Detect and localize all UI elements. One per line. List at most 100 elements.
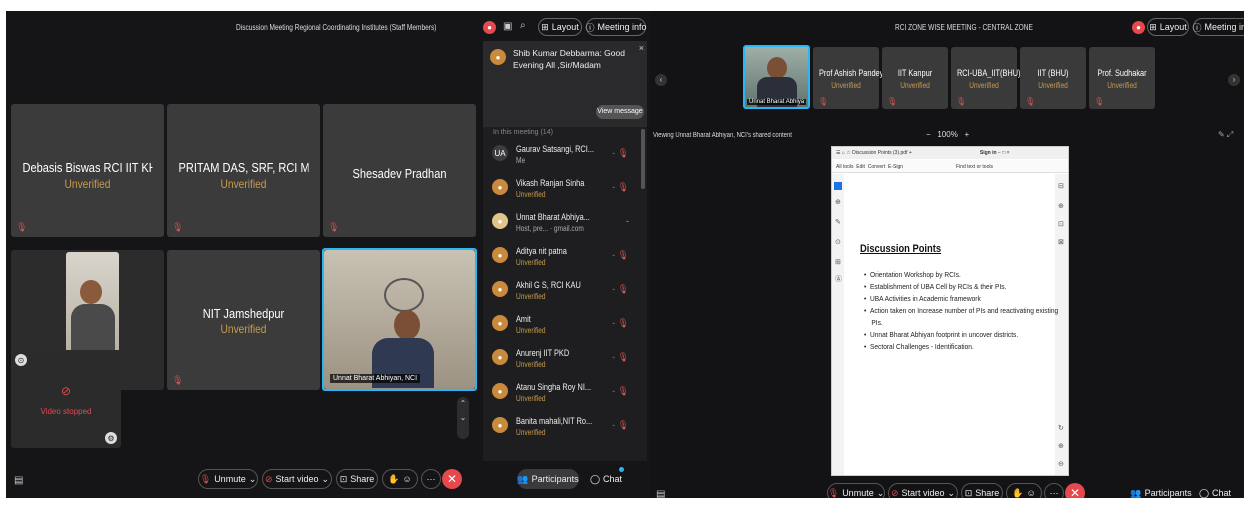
unverified-label: Unverified bbox=[64, 177, 111, 191]
chevron-down-icon: ⌄ bbox=[248, 473, 257, 484]
screenshot-root: Discussion Meeting Regional Coordinating… bbox=[0, 0, 1244, 510]
mic-muted-icon: - 🎙 bbox=[612, 386, 629, 396]
chat-button[interactable]: ◯ Chat bbox=[586, 469, 626, 489]
left-meeting-window: Discussion Meeting Regional Coordinating… bbox=[6, 11, 650, 498]
search-icon[interactable]: ⌕ bbox=[520, 20, 526, 31]
participant-row[interactable]: ● Banita mahali,NIT Ro... Unverified - 🎙 bbox=[483, 413, 647, 447]
participant-row[interactable]: ● Akhil G S, RCI KAU Unverified - 🎙 bbox=[483, 277, 647, 311]
chat-icon: ◯ bbox=[1198, 487, 1210, 498]
share-button[interactable]: ⊡ Share bbox=[961, 483, 1003, 498]
zoom-in-icon[interactable]: + bbox=[964, 130, 969, 139]
video-tile[interactable]: IIT (BHU) Unverified 🎙 bbox=[1020, 47, 1086, 109]
text-icon[interactable]: ⊙ bbox=[835, 238, 841, 246]
video-tile[interactable]: Prof. Sudhakar Unverified 🎙 bbox=[1089, 47, 1155, 109]
meeting-info-button[interactable]: ⓘMeeting info bbox=[1192, 18, 1244, 36]
sign-icon[interactable]: Ⓐ bbox=[835, 274, 842, 284]
browser-tab-bar: ☰ ⌂ ☆ Discussion Points (3).pdf + Sign i… bbox=[832, 147, 1068, 159]
start-video-button[interactable]: ⊘ Start video ⌄ bbox=[888, 483, 958, 498]
mic-muted-icon: 🎙 bbox=[1025, 97, 1036, 106]
video-tile[interactable]: Debasis Biswas RCI IIT KH... Unverified … bbox=[11, 104, 164, 237]
chevron-down-icon: ⌄ bbox=[321, 473, 330, 484]
participants-button[interactable]: 👥 Participants bbox=[517, 469, 579, 489]
pin-icon[interactable]: ⊙ bbox=[15, 354, 27, 366]
edit-icon[interactable]: ⊞ bbox=[835, 258, 841, 266]
pdf-toolbar: All tools Edit Convert E-Sign Find text … bbox=[832, 160, 1068, 173]
layout-icon: ⊞ bbox=[1149, 21, 1157, 32]
mic-muted-icon: 🎙 bbox=[1094, 97, 1105, 106]
avatar: UA bbox=[492, 145, 508, 161]
close-icon[interactable]: × bbox=[639, 43, 644, 53]
captions-icon[interactable]: ▤ bbox=[14, 475, 23, 486]
tool-icon[interactable]: ⊕ bbox=[1058, 202, 1064, 210]
video-tile[interactable]: Shesadev Pradhan 🎙 bbox=[323, 104, 476, 237]
chat-bubble-icon[interactable]: ▣ bbox=[503, 21, 512, 32]
tool-icon[interactable]: ⊟ bbox=[1058, 182, 1064, 190]
self-view-tile[interactable]: ⊙ ⊘ Video stopped ⚙ bbox=[11, 350, 121, 448]
leave-button[interactable]: ✕ bbox=[1065, 483, 1085, 498]
participant-row[interactable]: ● Amit Unverified - 🎙 bbox=[483, 311, 647, 345]
tool-icon[interactable]: ⊡ bbox=[1058, 220, 1064, 228]
meeting-info-button[interactable]: ⓘMeeting info bbox=[585, 18, 647, 36]
participants-button[interactable]: 👥 Participants bbox=[1130, 483, 1192, 499]
zoom-out-icon[interactable]: − bbox=[926, 130, 931, 139]
reactions-button[interactable]: ✋ ☺ bbox=[1006, 483, 1042, 498]
mic-muted-icon: 🎙 bbox=[956, 97, 967, 106]
doc-bullets: • Orientation Workshop by RCIs. • Establ… bbox=[864, 269, 1085, 353]
pdf-left-rail: ⊕ ✎ ⊙ ⊞ Ⓐ bbox=[832, 174, 844, 475]
tool-icon[interactable]: ⊠ bbox=[1058, 238, 1064, 246]
bullet-item: • Sectoral Challenges - Identification. bbox=[864, 342, 974, 351]
sign-in-link[interactable]: Sign in bbox=[980, 150, 997, 156]
video-tile[interactable]: IIT Kanpur Unverified 🎙 bbox=[882, 47, 948, 109]
participant-row[interactable]: ● Aditya nit patna Unverified - 🎙 bbox=[483, 243, 647, 277]
scroll-arrows[interactable]: ⌃ ⌄ bbox=[457, 397, 469, 439]
layout-button[interactable]: ⊞ Layout bbox=[538, 18, 582, 36]
participant-row[interactable]: UA Gaurav Satsangi, RCI... Me - 🎙 bbox=[483, 141, 647, 175]
more-button[interactable]: ⋯ bbox=[421, 469, 441, 489]
settings-icon[interactable]: ⚙ bbox=[105, 432, 117, 444]
mic-muted-icon: 🎙 bbox=[172, 222, 184, 232]
participant-video bbox=[66, 252, 119, 352]
participant-row[interactable]: ● Unnat Bharat Abhiya... Host, pre... · gm… bbox=[483, 209, 647, 243]
share-button[interactable]: ⊡ Share bbox=[336, 469, 378, 489]
annotate-icon[interactable]: ✎ ⤢ bbox=[1218, 130, 1233, 140]
avatar: ● bbox=[492, 349, 508, 365]
layout-icon: ⊞ bbox=[541, 21, 549, 32]
unmute-button[interactable]: 🎙 Unmute ⌄ bbox=[198, 469, 258, 489]
avatar: ● bbox=[492, 247, 508, 263]
chevron-left-icon[interactable]: ‹ bbox=[655, 74, 667, 86]
zoom-out-icon[interactable]: ⊖ bbox=[1058, 460, 1064, 468]
comment-icon[interactable]: ⊕ bbox=[835, 198, 841, 206]
bullet-item: • Action taken on Increase number of PIs… bbox=[864, 306, 1059, 315]
avatar: ● bbox=[492, 383, 508, 399]
participant-row[interactable]: ● Anurenj IIT PKD Unverified - 🎙 bbox=[483, 345, 647, 379]
active-speaker-thumb[interactable]: Unnat Bharat Abhiya bbox=[743, 45, 810, 109]
participant-row[interactable]: ● Vikash Ranjan Sinha Unverified - 🎙 bbox=[483, 175, 647, 209]
chevron-right-icon[interactable]: › bbox=[1228, 74, 1240, 86]
leave-button[interactable]: ✕ bbox=[442, 469, 462, 489]
start-video-button[interactable]: ⊘ Start video ⌄ bbox=[262, 469, 332, 489]
video-tile[interactable]: Prof Ashish Pandey Unverified 🎙 bbox=[813, 47, 883, 109]
cursor-tool-icon[interactable] bbox=[834, 182, 842, 190]
speaker-label: Unnat Bharat Abhiyan, NCI bbox=[330, 374, 421, 383]
zoom-in-icon[interactable]: ⊕ bbox=[1058, 442, 1064, 450]
video-tile[interactable]: RCI-UBA_IIT(BHU) Unverified 🎙 bbox=[951, 47, 1021, 109]
refresh-icon[interactable]: ↻ bbox=[1058, 424, 1064, 432]
draw-icon[interactable]: ✎ bbox=[835, 218, 841, 226]
more-icon: ⋯ bbox=[1049, 487, 1059, 498]
participant-row[interactable]: ● Atanu Singha Roy NI... Unverified - 🎙 bbox=[483, 379, 647, 413]
video-tile[interactable]: NIT Jamshedpur Unverified 🎙 bbox=[167, 250, 320, 390]
active-speaker-tile[interactable]: Unnat Bharat Abhiyan, NCI bbox=[322, 248, 477, 391]
video-off-icon: ⊘ bbox=[264, 473, 273, 484]
video-tile[interactable]: PRITAM DAS, SRF, RCI MP... Unverified 🎙 bbox=[167, 104, 320, 237]
captions-icon[interactable]: ▤ bbox=[656, 489, 665, 498]
avatar: ● bbox=[492, 213, 508, 229]
chat-button[interactable]: ◯ Chat bbox=[1195, 483, 1235, 499]
view-message-button[interactable]: View message bbox=[596, 105, 644, 119]
reactions-button[interactable]: ✋ ☺ bbox=[382, 469, 418, 489]
unmute-button[interactable]: 🎙 Unmute ⌄ bbox=[827, 483, 885, 498]
zoom-control[interactable]: − 100% + bbox=[926, 130, 969, 139]
layout-button[interactable]: ⊞ Layout bbox=[1147, 18, 1189, 36]
more-button[interactable]: ⋯ bbox=[1044, 483, 1064, 498]
bullet-item: • Establishment of UBA Cell by RCIs & th… bbox=[864, 282, 1007, 291]
mic-muted-icon: 🎙 bbox=[827, 487, 840, 498]
